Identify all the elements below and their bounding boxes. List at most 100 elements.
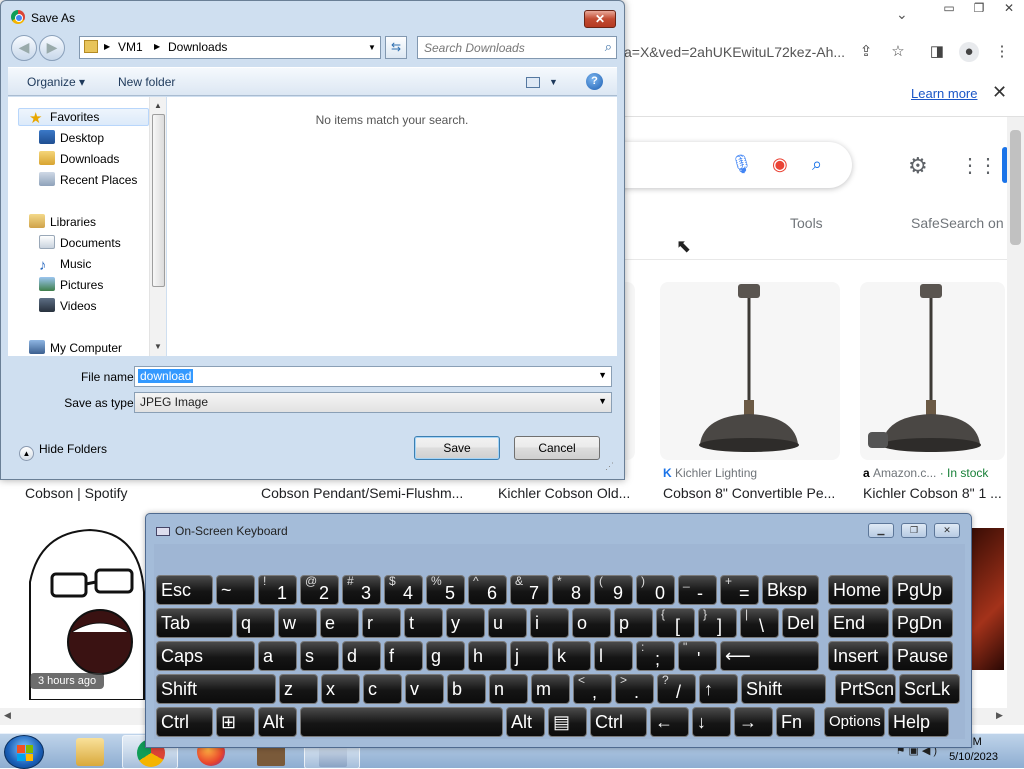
hide-folders-button[interactable]: ▲ Hide Folders (19, 442, 107, 461)
key-sym0-13[interactable]: + = (720, 575, 759, 605)
key-caps[interactable]: Caps (156, 641, 255, 671)
cancel-button[interactable]: Cancel (514, 436, 600, 460)
scroll-down-icon[interactable]: ▼ (154, 342, 162, 351)
close-infobar-icon[interactable]: ✕ (992, 82, 1007, 103)
key-sym4-7[interactable]: ← (650, 707, 689, 737)
key-ctrl[interactable]: Ctrl (156, 707, 213, 737)
nav-desktop[interactable]: Desktop (39, 129, 104, 147)
chevron-right-icon[interactable]: ▶ (104, 42, 110, 51)
key-fn[interactable]: Fn (776, 707, 815, 737)
url-text[interactable]: a=X&ved=2ahUKEwituL72kez-Ah... (624, 44, 845, 60)
key-sym2-12[interactable]: ⟵ (720, 641, 819, 671)
nav-music[interactable]: ♪ Music (39, 255, 91, 273)
key-6[interactable]: ^ 6 (468, 575, 507, 605)
nav-my-computer[interactable]: My Computer (29, 339, 122, 357)
bookmark-star-icon[interactable]: ☆ (888, 42, 908, 62)
key-c[interactable]: c (363, 674, 402, 704)
key-e[interactable]: e (320, 608, 359, 638)
key-sym2-10[interactable]: :; (636, 641, 675, 671)
search-icon[interactable]: ⌕ (812, 154, 822, 175)
key-prtscn[interactable]: PrtScn (835, 674, 896, 704)
result-title-4[interactable]: Cobson 8" Convertible Pe... (663, 485, 835, 501)
key-q[interactable]: q (236, 608, 275, 638)
kebab-menu-icon[interactable]: ⋮ (992, 42, 1012, 62)
result-title-1[interactable]: Cobson | Spotify (25, 485, 127, 501)
key-sym1-13[interactable]: | \ (740, 608, 779, 638)
result-image-4[interactable] (660, 282, 840, 460)
key-bksp[interactable]: Bksp (762, 575, 819, 605)
file-name-value[interactable]: download (138, 369, 194, 383)
save-button[interactable]: Save (414, 436, 500, 460)
key-sym4-1[interactable]: ⊞ (216, 707, 255, 737)
key-help[interactable]: Help (888, 707, 949, 737)
key-m[interactable]: m (531, 674, 570, 704)
breadcrumb-vm1[interactable]: VM1 (118, 40, 143, 54)
learn-more-link[interactable]: Learn more (911, 86, 977, 101)
key-b[interactable]: b (447, 674, 486, 704)
safesearch-toggle[interactable]: SafeSearch on (911, 215, 1004, 231)
start-button[interactable] (4, 735, 44, 769)
scroll-right-icon[interactable]: ▶ (996, 710, 1003, 721)
taskbar-explorer[interactable] (62, 735, 118, 769)
key-v[interactable]: v (405, 674, 444, 704)
key-sym1-12[interactable]: }] (698, 608, 737, 638)
key-1[interactable]: ! 1 (258, 575, 297, 605)
key-x[interactable]: x (321, 674, 360, 704)
search-icon[interactable]: ⌕ (605, 39, 612, 55)
scroll-up-icon[interactable]: ▲ (154, 101, 162, 110)
key-scrlk[interactable]: ScrLk (899, 674, 960, 704)
save-type-select[interactable]: JPEG Image ▼ (134, 392, 612, 413)
share-icon[interactable]: ⇪ (856, 42, 876, 62)
key-g[interactable]: g (426, 641, 465, 671)
nav-favorites[interactable]: ★ Favorites (29, 108, 99, 126)
key-o[interactable]: o (572, 608, 611, 638)
file-name-dropdown-icon[interactable]: ▼ (598, 370, 607, 380)
view-dropdown-icon[interactable]: ▼ (549, 77, 558, 87)
key-n[interactable]: n (489, 674, 528, 704)
key-pause[interactable]: Pause (892, 641, 953, 671)
nav-videos[interactable]: Videos (39, 297, 96, 315)
help-icon[interactable]: ? (586, 73, 603, 90)
key-home[interactable]: Home (828, 575, 889, 605)
key-space[interactable] (300, 707, 503, 737)
new-folder-button[interactable]: New folder (118, 75, 175, 89)
key-f[interactable]: f (384, 641, 423, 671)
tools-link[interactable]: Tools (790, 215, 823, 231)
key-sym4-5[interactable]: ▤ (548, 707, 587, 737)
key-7[interactable]: & 7 (510, 575, 549, 605)
address-dropdown-icon[interactable]: ▼ (368, 43, 376, 52)
key-3[interactable]: #3 (342, 575, 381, 605)
osk-close-button[interactable]: ✕ (934, 523, 960, 538)
nav-pane-scrollbar[interactable]: ▲ ▼ (149, 97, 166, 356)
result-title-5[interactable]: Kichler Cobson 8" 1 ... (863, 485, 1002, 501)
nav-pictures[interactable]: Pictures (39, 276, 103, 294)
osk-minimize-button[interactable]: ▁ (868, 523, 894, 538)
resize-grip-icon[interactable]: ⋰ (605, 461, 614, 472)
file-name-input[interactable]: download ▼ (134, 366, 612, 387)
dialog-close-button[interactable]: ✕ (584, 10, 616, 28)
nav-scroll-thumb[interactable] (152, 114, 165, 287)
key-sym3-9[interactable]: >. (615, 674, 654, 704)
google-search-box[interactable]: 🎙 ◉ ⌕ (610, 142, 852, 188)
key-k[interactable]: k (552, 641, 591, 671)
key-ctrl[interactable]: Ctrl (590, 707, 647, 737)
nav-recent-places[interactable]: Recent Places (39, 171, 137, 189)
key-options[interactable]: Options (824, 707, 885, 737)
key-i[interactable]: i (530, 608, 569, 638)
key-del[interactable]: Del (782, 608, 819, 638)
key-esc[interactable]: Esc (156, 575, 213, 605)
back-button[interactable]: ◀ (11, 35, 37, 61)
restore-icon[interactable]: ❐ (964, 0, 994, 18)
key-sym2-11[interactable]: " ' (678, 641, 717, 671)
key-pgup[interactable]: PgUp (892, 575, 953, 605)
omnibox[interactable]: a=X&ved=2ahUKEwituL72kez-Ah... ⇪ ☆ ◨ ● ⋮ (610, 34, 1024, 72)
key-sym3-10[interactable]: ? / (657, 674, 696, 704)
key-y[interactable]: y (446, 608, 485, 638)
key-0[interactable]: ) 0 (636, 575, 675, 605)
key-l[interactable]: l (594, 641, 633, 671)
chevron-right-icon[interactable]: ▶ (154, 42, 160, 51)
view-options-icon[interactable] (526, 77, 540, 88)
nav-documents[interactable]: Documents (39, 234, 121, 252)
osk-restore-button[interactable]: ❐ (901, 523, 927, 538)
key-shift[interactable]: Shift (156, 674, 276, 704)
